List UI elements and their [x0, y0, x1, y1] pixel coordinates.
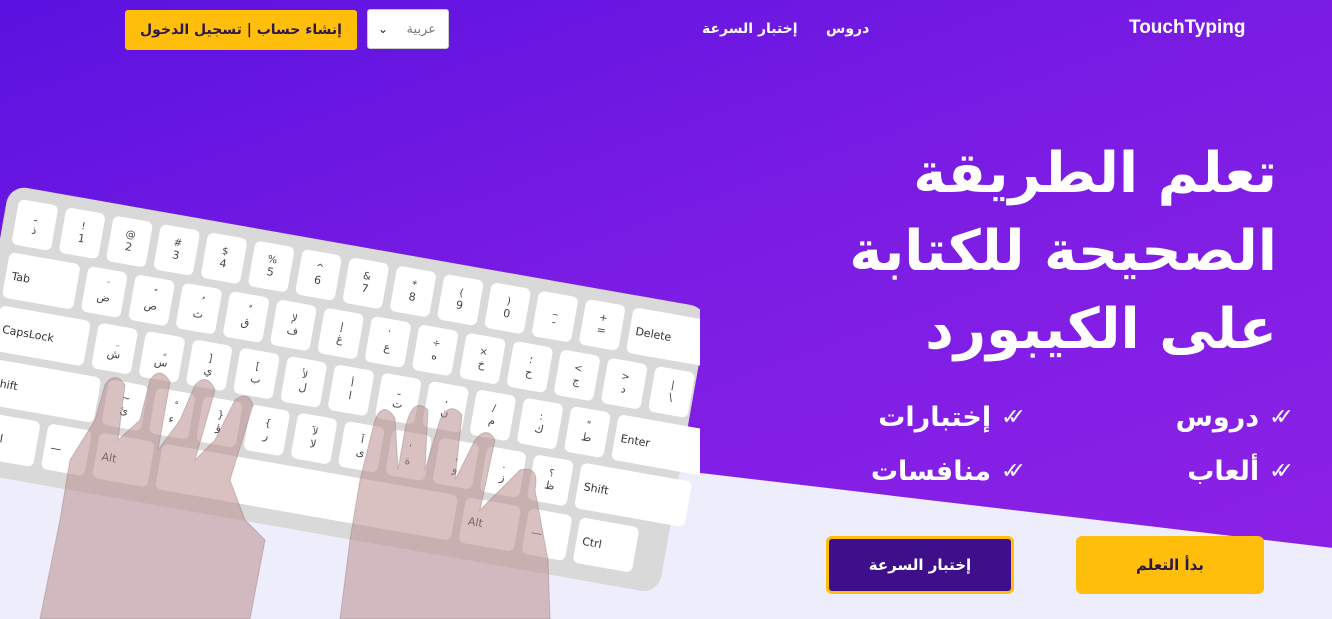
- headline-line: على الكيبورد: [925, 297, 1277, 362]
- headline-line: تعلم الطريقة: [913, 141, 1277, 206]
- language-value: عربية: [406, 21, 436, 37]
- feature-label: إختبارات: [878, 402, 992, 433]
- double-check-icon: ✓✓: [1269, 459, 1294, 484]
- feature-label: منافسات: [870, 456, 992, 487]
- hands-illustration: [39, 372, 551, 619]
- feature-label: دروس: [1175, 402, 1260, 433]
- keyboard-illustration: ـ ذ! 1 @2 #3 $4% 5 ^ 6 & 7 * 8(9) 0 _ - + = Delete Tabَ ضً صُ…: [0, 0, 700, 619]
- double-check-icon: ✓✓: [1001, 405, 1026, 430]
- start-learning-button[interactable]: بدأ التعلم: [1076, 536, 1264, 594]
- nav-speed-test-link[interactable]: إختبار السرعة: [702, 21, 798, 37]
- chevron-down-icon: ⌄: [378, 22, 389, 36]
- nav-lessons-link[interactable]: دروس: [826, 21, 869, 37]
- double-check-icon: ✓✓: [1269, 405, 1294, 430]
- headline-line: الصحيحة للكتابة: [849, 219, 1277, 284]
- feature-competitions: ✓✓ منافسات: [870, 456, 1026, 487]
- hero-headline: تعلم الطريقة الصحيحة للكتابة على الكيبور…: [849, 135, 1277, 369]
- feature-lessons: ✓✓ دروس: [1175, 402, 1294, 433]
- signup-login-button[interactable]: إنشاء حساب | تسجيل الدخول: [125, 10, 357, 50]
- language-select[interactable]: ⌄ عربية: [367, 9, 449, 49]
- double-check-icon: ✓✓: [1001, 459, 1026, 484]
- brand-logo[interactable]: TouchTyping: [1129, 17, 1245, 39]
- feature-games: ✓✓ ألعاب: [1187, 456, 1294, 487]
- feature-tests: ✓✓ إختبارات: [878, 402, 1026, 433]
- speed-test-button[interactable]: إختبار السرعة: [826, 536, 1014, 594]
- feature-label: ألعاب: [1187, 456, 1260, 487]
